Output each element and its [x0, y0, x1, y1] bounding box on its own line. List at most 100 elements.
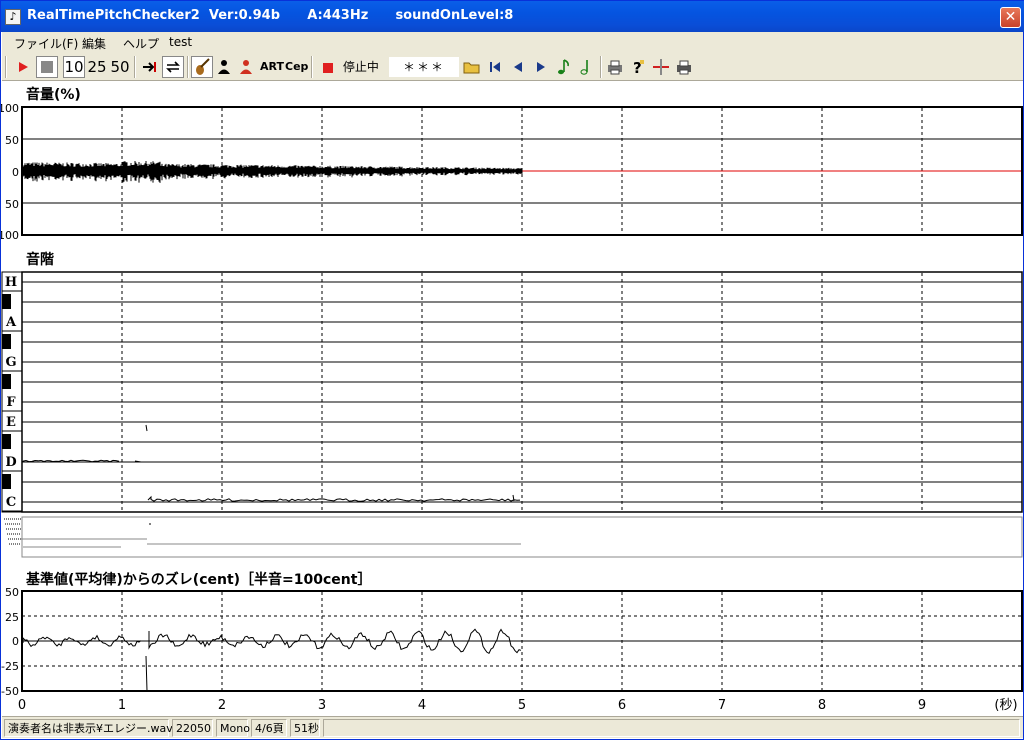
- deviation-tick: -50: [1, 685, 19, 698]
- state-label: 停止中: [342, 60, 379, 74]
- toolbar-separator: [187, 56, 189, 78]
- volume-tick: 50: [5, 134, 19, 147]
- status-duration: 51秒: [290, 719, 320, 737]
- jump-end-button[interactable]: [139, 56, 161, 78]
- next-page-button[interactable]: [530, 56, 552, 78]
- music-note-outline-icon: [580, 60, 588, 75]
- scale-plot-area[interactable]: [21, 271, 1023, 513]
- app-window: ♪ RealTimePitchChecker2 Ver:0.94b A:443H…: [0, 0, 1024, 740]
- note-1-button[interactable]: [553, 56, 575, 78]
- deviation-tick: 50: [5, 586, 19, 599]
- violin-icon: [196, 58, 210, 75]
- performer-button[interactable]: [214, 56, 234, 78]
- menu-edit[interactable]: 編集: [82, 35, 106, 52]
- volume-title: 音量(%): [26, 86, 81, 103]
- title-bar[interactable]: ♪ RealTimePitchChecker2 Ver:0.94b A:443H…: [1, 1, 1024, 32]
- window-title: RealTimePitchChecker2 Ver:0.94b A:443Hz …: [27, 8, 513, 23]
- time-unit-label: (秒): [994, 698, 1017, 713]
- app-name: RealTimePitchChecker2: [27, 8, 200, 23]
- a-frequency-label: A:443Hz: [307, 8, 369, 23]
- first-page-button[interactable]: [484, 56, 506, 78]
- cross-marker-icon: [653, 59, 669, 75]
- note-display: ＊＊＊: [388, 56, 460, 78]
- note-2-button[interactable]: [576, 56, 598, 78]
- stop-button[interactable]: [36, 56, 58, 78]
- toolbar-separator: [311, 56, 313, 78]
- play-icon: [19, 62, 28, 72]
- arrow-to-bar-icon: [143, 62, 156, 72]
- time-tick: 9: [918, 698, 926, 713]
- app-icon: ♪: [5, 9, 21, 25]
- record-icon: [323, 62, 334, 73]
- deviation-tick: 25: [5, 611, 19, 624]
- time-tick: 2: [218, 698, 226, 713]
- singer-icon: [240, 60, 252, 74]
- zoom-10-button[interactable]: 10: [63, 56, 85, 78]
- volume-tick: 0: [12, 166, 19, 179]
- printer-icon: [608, 60, 622, 75]
- prev-page-button[interactable]: [507, 56, 529, 78]
- time-tick: 3: [318, 698, 326, 713]
- close-button[interactable]: ✕: [1000, 7, 1021, 28]
- volume-y-axis: 100 50 0 50 100: [1, 102, 19, 242]
- loop-icon: [166, 61, 180, 73]
- volume-tick: 100: [1, 229, 19, 242]
- menu-help[interactable]: ヘルプ: [123, 35, 159, 52]
- time-tick: 5: [518, 698, 526, 713]
- keyboard-black-key: [2, 474, 11, 489]
- keyboard-black-key: [2, 334, 11, 349]
- keyboard-black-key: [2, 294, 11, 309]
- sound-level-label: soundOnLevel:8: [395, 8, 514, 23]
- analysis-plots: 音量(%) 100 50 0 50 100 音階 HAGFEDC 基準値(平均律…: [1, 86, 1023, 713]
- zoom-50-button[interactable]: 50: [109, 56, 131, 78]
- print-button[interactable]: [604, 56, 626, 78]
- status-empty: [323, 719, 1020, 737]
- marker-button[interactable]: [650, 56, 672, 78]
- printer-setup-icon: [677, 60, 691, 75]
- keyboard-note-label: D: [5, 455, 16, 470]
- time-tick: 4: [418, 698, 426, 713]
- zoom-25-button[interactable]: 25: [86, 56, 108, 78]
- record-state-button[interactable]: 停止中: [317, 56, 385, 78]
- time-tick: 1: [118, 698, 126, 713]
- status-channels: Mono: [216, 719, 250, 737]
- help-button[interactable]: ?: [627, 56, 649, 78]
- keyboard-black-key: [2, 374, 11, 389]
- time-axis: 0 1 2 3 4 5 6 7 8 9 (秒): [18, 698, 1018, 713]
- keyboard-note-label: F: [6, 395, 16, 410]
- open-file-button[interactable]: [461, 56, 483, 78]
- scale-title: 音階: [26, 251, 54, 268]
- version-label: Ver:0.94b: [208, 8, 281, 23]
- close-icon: ✕: [1004, 9, 1017, 25]
- cep-button[interactable]: Cep: [284, 56, 308, 78]
- time-tick: 0: [18, 698, 26, 713]
- time-tick: 7: [718, 698, 726, 713]
- deviation-tick: 0: [12, 635, 19, 648]
- deviation-y-axis: 50 25 0 -25 -50: [1, 586, 19, 698]
- status-sample-rate: 22050: [172, 719, 213, 737]
- print-setup-button[interactable]: [673, 56, 695, 78]
- time-tick: 6: [618, 698, 626, 713]
- toolbar-separator: [600, 56, 602, 78]
- menu-test[interactable]: test: [169, 35, 192, 49]
- violin-button[interactable]: [191, 56, 213, 78]
- play-button[interactable]: [12, 56, 34, 78]
- toolbar-grip: [5, 56, 7, 78]
- volume-tick: 100: [1, 102, 19, 115]
- loop-button[interactable]: [162, 56, 184, 78]
- volume-tick: 50: [5, 198, 19, 211]
- toolbar-separator: [134, 56, 136, 78]
- art-button[interactable]: ART: [259, 56, 284, 78]
- triangle-left-icon: [514, 62, 522, 72]
- skip-first-icon: [490, 62, 500, 72]
- keyboard-note-label: A: [5, 315, 17, 330]
- menu-file[interactable]: ファイル(F): [14, 35, 78, 52]
- keyboard-note-label: C: [6, 495, 16, 510]
- time-tick: 8: [818, 698, 826, 713]
- status-page: 4/6頁: [251, 719, 287, 737]
- stop-icon: [41, 61, 53, 73]
- folder-icon: [463, 62, 480, 74]
- keyboard-black-key: [2, 434, 11, 449]
- deviation-tick: -25: [1, 660, 19, 673]
- singer-button[interactable]: [236, 56, 256, 78]
